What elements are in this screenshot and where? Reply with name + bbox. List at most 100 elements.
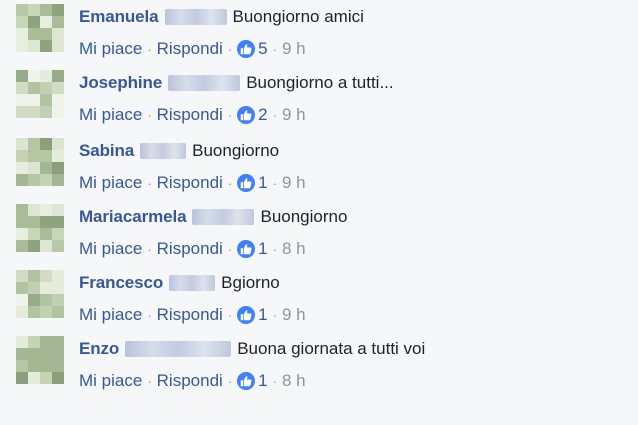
timestamp[interactable]: 9 h bbox=[282, 39, 306, 59]
avatar-pixel bbox=[28, 82, 40, 94]
separator: · bbox=[227, 373, 233, 389]
separator: · bbox=[227, 41, 233, 57]
avatar-pixel bbox=[16, 282, 28, 294]
author-name[interactable]: Josephine bbox=[79, 73, 162, 93]
avatar[interactable] bbox=[16, 138, 64, 186]
avatar-pixel bbox=[40, 240, 52, 252]
reaction-count[interactable]: 1 bbox=[258, 173, 267, 193]
avatar-pixel bbox=[16, 270, 28, 282]
avatar-pixel bbox=[28, 162, 40, 174]
avatar-pixel bbox=[28, 282, 40, 294]
reply-link[interactable]: Rispondi bbox=[157, 173, 223, 193]
timestamp[interactable]: 9 h bbox=[282, 105, 306, 125]
avatar-pixel bbox=[40, 162, 52, 174]
separator: · bbox=[272, 41, 277, 57]
avatar-pixel bbox=[16, 336, 28, 348]
redacted-surname bbox=[169, 275, 216, 291]
avatar-pixel bbox=[16, 228, 28, 240]
avatar[interactable] bbox=[16, 70, 64, 118]
avatar-pixel bbox=[16, 216, 28, 228]
avatar-pixel bbox=[16, 106, 28, 118]
thumbs-up-icon[interactable] bbox=[237, 40, 256, 58]
separator: · bbox=[272, 373, 277, 389]
reaction-count[interactable]: 5 bbox=[258, 39, 267, 59]
author-name[interactable]: Mariacarmela bbox=[79, 207, 187, 227]
avatar-pixel bbox=[40, 82, 52, 94]
separator: · bbox=[227, 307, 233, 323]
thumbs-up-icon[interactable] bbox=[237, 106, 256, 124]
author-name[interactable]: Sabina bbox=[79, 141, 134, 161]
avatar-pixel bbox=[40, 294, 52, 306]
comment-text: Buongiorno bbox=[192, 141, 280, 160]
author-name[interactable]: Francesco bbox=[79, 273, 163, 293]
comment-body: Francesco Bgiorno bbox=[79, 271, 280, 295]
avatar-pixel bbox=[28, 150, 40, 162]
like-link[interactable]: Mi piace bbox=[79, 239, 142, 259]
like-link[interactable]: Mi piace bbox=[79, 173, 142, 193]
like-link[interactable]: Mi piace bbox=[79, 305, 142, 325]
avatar-pixel bbox=[16, 16, 28, 28]
reaction-count[interactable]: 1 bbox=[258, 239, 267, 259]
reply-link[interactable]: Rispondi bbox=[157, 371, 223, 391]
author-name[interactable]: Emanuela bbox=[79, 7, 159, 27]
like-link[interactable]: Mi piace bbox=[79, 371, 142, 391]
avatar-pixel bbox=[52, 240, 64, 252]
comment: Enzo Buona giornata a tutti voi Mi piace… bbox=[0, 332, 638, 398]
avatar[interactable] bbox=[16, 270, 64, 318]
redacted-surname bbox=[164, 9, 227, 25]
avatar-pixel bbox=[52, 348, 64, 360]
avatar-pixel bbox=[52, 94, 64, 106]
separator: · bbox=[272, 307, 277, 323]
timestamp[interactable]: 9 h bbox=[282, 305, 306, 325]
avatar-pixel bbox=[28, 216, 40, 228]
avatar-pixel bbox=[40, 270, 52, 282]
reply-link[interactable]: Rispondi bbox=[157, 305, 223, 325]
comment-actions: Mi piace · Rispondi · 1 · 8 h bbox=[79, 237, 306, 261]
thumbs-up-icon[interactable] bbox=[237, 372, 256, 390]
thumbs-up-icon[interactable] bbox=[237, 306, 256, 324]
avatar-pixel bbox=[28, 372, 40, 384]
separator: · bbox=[227, 241, 233, 257]
like-link[interactable]: Mi piace bbox=[79, 105, 142, 125]
author-name[interactable]: Enzo bbox=[79, 339, 119, 359]
reaction-count[interactable]: 2 bbox=[258, 105, 267, 125]
avatar-pixel bbox=[40, 4, 52, 16]
avatar-pixel bbox=[52, 40, 64, 52]
like-link[interactable]: Mi piace bbox=[79, 39, 142, 59]
separator: · bbox=[147, 241, 152, 257]
comment-body: Sabina Buongiorno bbox=[79, 139, 279, 163]
avatar-pixel bbox=[16, 70, 28, 82]
comment: Emanuela Buongiorno amici Mi piace · Ris… bbox=[0, 0, 638, 66]
avatar-pixel bbox=[40, 372, 52, 384]
reply-link[interactable]: Rispondi bbox=[157, 239, 223, 259]
separator: · bbox=[272, 107, 277, 123]
thumbs-up-icon[interactable] bbox=[237, 240, 256, 258]
separator: · bbox=[147, 373, 152, 389]
avatar-pixel bbox=[40, 150, 52, 162]
avatar-pixel bbox=[52, 360, 64, 372]
reply-link[interactable]: Rispondi bbox=[157, 39, 223, 59]
avatar-pixel bbox=[16, 162, 28, 174]
timestamp[interactable]: 8 h bbox=[282, 239, 306, 259]
comment-actions: Mi piace · Rispondi · 5 · 9 h bbox=[79, 37, 306, 61]
timestamp[interactable]: 9 h bbox=[282, 173, 306, 193]
avatar-pixel bbox=[28, 16, 40, 28]
avatar[interactable] bbox=[16, 4, 64, 52]
avatar[interactable] bbox=[16, 204, 64, 252]
comment: Josephine Buongiorno a tutti... Mi piace… bbox=[0, 66, 638, 132]
comment-body: Enzo Buona giornata a tutti voi bbox=[79, 337, 425, 361]
comment: Mariacarmela Buongiorno Mi piace · Rispo… bbox=[0, 200, 638, 266]
thumbs-up-icon[interactable] bbox=[237, 174, 256, 192]
reaction-count[interactable]: 1 bbox=[258, 371, 267, 391]
separator: · bbox=[227, 175, 233, 191]
reply-link[interactable]: Rispondi bbox=[157, 105, 223, 125]
avatar-pixel bbox=[16, 306, 28, 318]
avatar-pixel bbox=[52, 106, 64, 118]
avatar-pixel bbox=[40, 360, 52, 372]
avatar-pixel bbox=[28, 336, 40, 348]
reaction-count[interactable]: 1 bbox=[258, 305, 267, 325]
redacted-surname bbox=[125, 341, 232, 357]
comment-actions: Mi piace · Rispondi · 1 · 9 h bbox=[79, 303, 306, 327]
avatar[interactable] bbox=[16, 336, 64, 384]
timestamp[interactable]: 8 h bbox=[282, 371, 306, 391]
